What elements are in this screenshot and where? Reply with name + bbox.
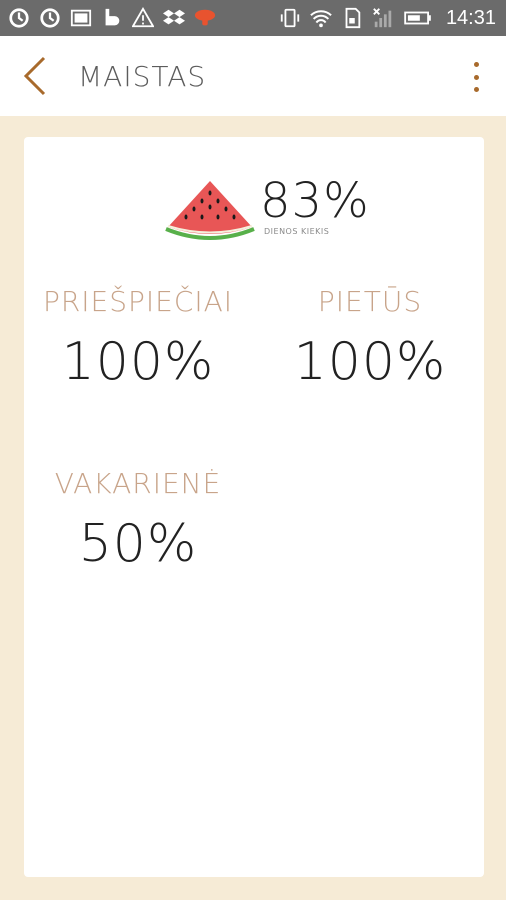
- meal-dinner: VAKARIENĖ 50%: [28, 467, 248, 574]
- sync-icon: [39, 7, 61, 29]
- wifi-icon: [310, 7, 332, 29]
- warning-icon: [132, 7, 154, 29]
- daily-percentage: 83%: [260, 173, 370, 229]
- no-signal-icon: [372, 7, 394, 29]
- app-bar: MAISTAS: [0, 36, 506, 116]
- meal-value: 50%: [78, 514, 198, 574]
- battery-icon: [403, 7, 433, 29]
- meal-title: VAKARIENĖ: [54, 467, 222, 500]
- mushroom-app-icon: [194, 7, 216, 29]
- sd-card-icon: [341, 7, 363, 29]
- b-app-icon: [101, 7, 123, 29]
- page-title: MAISTAS: [78, 59, 207, 93]
- status-bar-left: [8, 7, 216, 29]
- more-vertical-icon[interactable]: [464, 62, 488, 92]
- meal-breakfast: PRIEŠPIEČIAI 100%: [28, 285, 248, 392]
- meal-value: 100%: [293, 332, 447, 392]
- status-bar-right: 14:31: [279, 7, 496, 30]
- meal-title: PRIEŠPIEČIAI: [42, 285, 234, 318]
- meal-title: PIETŪS: [317, 285, 423, 318]
- back-button[interactable]: [0, 36, 70, 116]
- chevron-left-icon: [20, 56, 50, 96]
- image-icon: [70, 7, 92, 29]
- meal-lunch: PIETŪS 100%: [260, 285, 480, 392]
- meal-value: 100%: [61, 332, 215, 392]
- status-time: 14:31: [445, 6, 496, 29]
- dropbox-icon: [163, 7, 185, 29]
- status-bar: 14:31: [0, 0, 506, 36]
- sync-icon: [8, 7, 30, 29]
- daily-label: DIENOS KIEKIS: [264, 227, 330, 236]
- watermelon-icon: [165, 181, 255, 240]
- vibrate-icon: [279, 7, 301, 29]
- daily-summary: 83% DIENOS KIEKIS: [164, 173, 369, 247]
- nutrition-card: 83% DIENOS KIEKIS PRIEŠPIEČIAI 100% PIET…: [24, 137, 484, 877]
